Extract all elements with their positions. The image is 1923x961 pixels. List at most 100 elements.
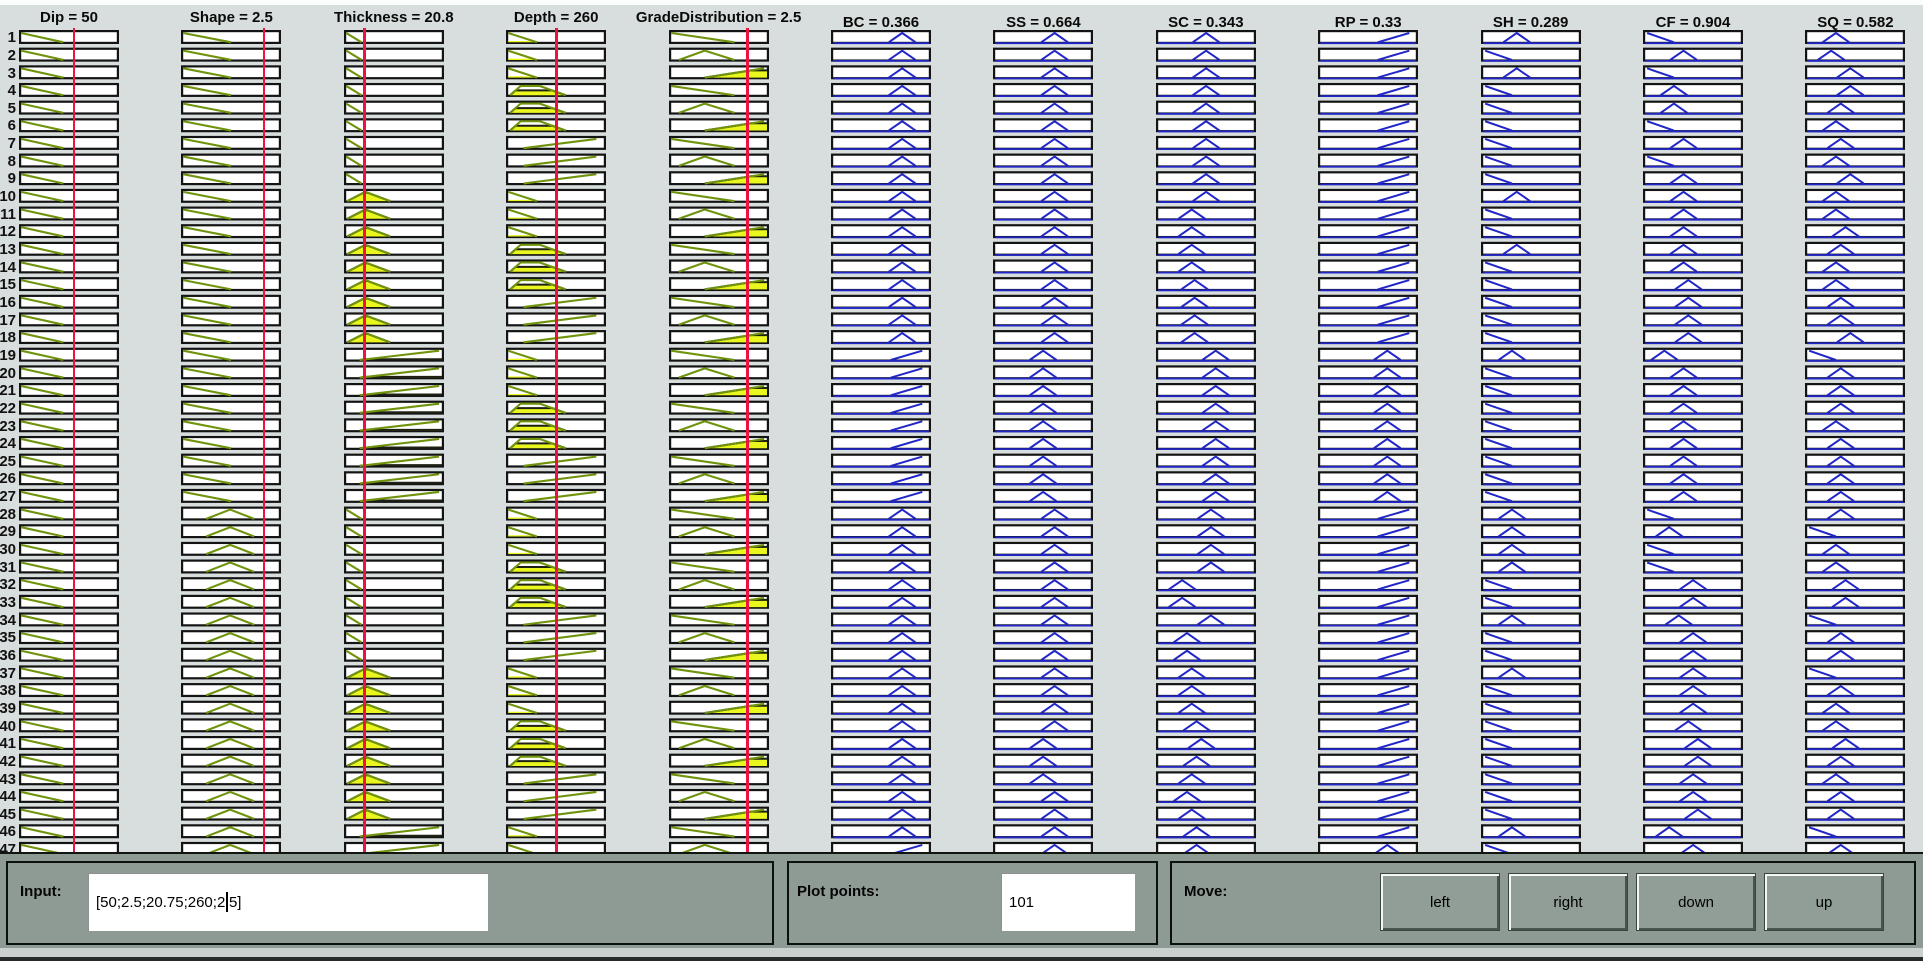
mf-box (668, 559, 769, 574)
rule-number[interactable]: 42 (0, 754, 16, 770)
column-plot-dip[interactable] (19, 30, 119, 862)
rule-number[interactable]: 13 (0, 242, 16, 258)
mf-box (181, 330, 282, 345)
rule-number[interactable]: 1 (0, 30, 16, 46)
rule-number[interactable]: 44 (0, 789, 16, 805)
column-plot-ss (993, 30, 1094, 856)
column-header-ss: SS = 0.664 (1006, 14, 1081, 31)
move-right-button[interactable]: right (1508, 873, 1628, 931)
move-up-button[interactable]: up (1764, 873, 1884, 931)
move-left-button[interactable]: left (1380, 873, 1500, 931)
mf-box (1805, 365, 1906, 380)
rule-number[interactable]: 31 (0, 560, 16, 576)
mf-box (181, 206, 282, 221)
rule-number[interactable]: 2 (0, 48, 16, 64)
rule-number[interactable]: 20 (0, 366, 16, 382)
rule-number[interactable]: 26 (0, 471, 16, 487)
mf-box (181, 312, 282, 327)
rule-number[interactable]: 40 (0, 719, 16, 735)
column-plot-thickness[interactable] (343, 30, 444, 862)
plot-points-field[interactable]: 101 (1001, 873, 1135, 931)
rule-number[interactable]: 28 (0, 507, 16, 523)
mf-box (181, 153, 282, 168)
input-value-field[interactable]: [50;2.5;20.75;260;2 5] (88, 873, 488, 931)
rule-number[interactable]: 22 (0, 401, 16, 417)
rule-number[interactable]: 43 (0, 772, 16, 788)
rule-number[interactable]: 21 (0, 383, 16, 399)
rule-number[interactable]: 7 (0, 136, 16, 152)
mf-box (1155, 400, 1256, 415)
mf-box (1155, 824, 1256, 839)
rule-number[interactable]: 41 (0, 736, 16, 752)
rule-number[interactable]: 18 (0, 330, 16, 346)
column-header-sc: SC = 0.343 (1168, 14, 1244, 31)
rule-number[interactable]: 10 (0, 189, 16, 205)
rule-number[interactable]: 23 (0, 419, 16, 435)
rule-number[interactable]: 27 (0, 489, 16, 505)
column-plot-bc (831, 30, 931, 856)
rule-number[interactable]: 25 (0, 454, 16, 470)
mf-box (1318, 577, 1419, 592)
input-value-text-pre: [50;2.5;20.75;260;2 (96, 893, 226, 911)
mf-box (1643, 171, 1743, 186)
input-value-marker-dip[interactable] (72, 28, 76, 852)
column-plot-rp (1318, 30, 1419, 856)
rule-number[interactable]: 35 (0, 630, 16, 646)
rule-number[interactable]: 17 (0, 313, 16, 329)
mf-box (1318, 383, 1419, 398)
column-header-sh: SH = 0.289 (1492, 14, 1569, 31)
mf-box (1643, 82, 1743, 97)
rule-number[interactable]: 32 (0, 577, 16, 593)
mf-box (1318, 594, 1419, 609)
mf-box (1643, 188, 1743, 203)
rule-number[interactable]: 45 (0, 807, 16, 823)
mf-box (1318, 665, 1419, 680)
input-value-marker-depth[interactable] (555, 28, 558, 852)
mf-box (1155, 753, 1256, 768)
rule-number[interactable]: 6 (0, 118, 16, 134)
mf-box (1805, 488, 1906, 503)
rule-number[interactable]: 29 (0, 524, 16, 540)
rule-number[interactable]: 24 (0, 436, 16, 452)
rule-number[interactable]: 4 (0, 83, 16, 99)
mf-box (668, 135, 769, 150)
rule-number[interactable]: 36 (0, 648, 16, 664)
rule-number[interactable]: 38 (0, 683, 16, 699)
rule-number[interactable]: 12 (0, 224, 16, 240)
input-value-marker-gradedistribution[interactable] (746, 28, 749, 852)
mf-box (1805, 241, 1906, 256)
mf-box (1805, 559, 1906, 574)
rule-number[interactable]: 3 (0, 66, 16, 82)
rule-number[interactable]: 34 (0, 613, 16, 629)
rule-number[interactable]: 37 (0, 666, 16, 682)
mf-box (1155, 665, 1256, 680)
rule-number[interactable]: 11 (0, 207, 16, 223)
rule-number[interactable]: 5 (0, 101, 16, 117)
rule-number[interactable]: 30 (0, 542, 16, 558)
mf-box (1480, 65, 1581, 80)
rule-number[interactable]: 46 (0, 824, 16, 840)
mf-box (1155, 365, 1256, 380)
mf-box (1318, 824, 1419, 839)
column-plot-shape[interactable] (181, 30, 282, 862)
column-header-gradedistribution: GradeDistribution = 2.5 (635, 9, 802, 26)
mf-box (181, 435, 282, 450)
rule-number[interactable]: 14 (0, 260, 16, 276)
rule-number[interactable]: 8 (0, 154, 16, 170)
input-value-marker-thickness[interactable] (363, 28, 366, 852)
mf-box (668, 665, 769, 680)
column-plot-gradedistribution[interactable] (668, 30, 769, 862)
rule-number[interactable]: 16 (0, 295, 16, 311)
mf-box (1643, 383, 1743, 398)
move-down-button[interactable]: down (1636, 873, 1756, 931)
mf-box (181, 400, 282, 415)
rule-number[interactable]: 15 (0, 277, 16, 293)
rule-number[interactable]: 9 (0, 171, 16, 187)
rule-number[interactable]: 39 (0, 701, 16, 717)
mf-box (1318, 330, 1419, 345)
rule-number[interactable]: 19 (0, 348, 16, 364)
mf-box (1480, 824, 1581, 839)
mf-box (1318, 647, 1419, 662)
rule-number[interactable]: 33 (0, 595, 16, 611)
input-value-marker-shape[interactable] (262, 28, 266, 852)
